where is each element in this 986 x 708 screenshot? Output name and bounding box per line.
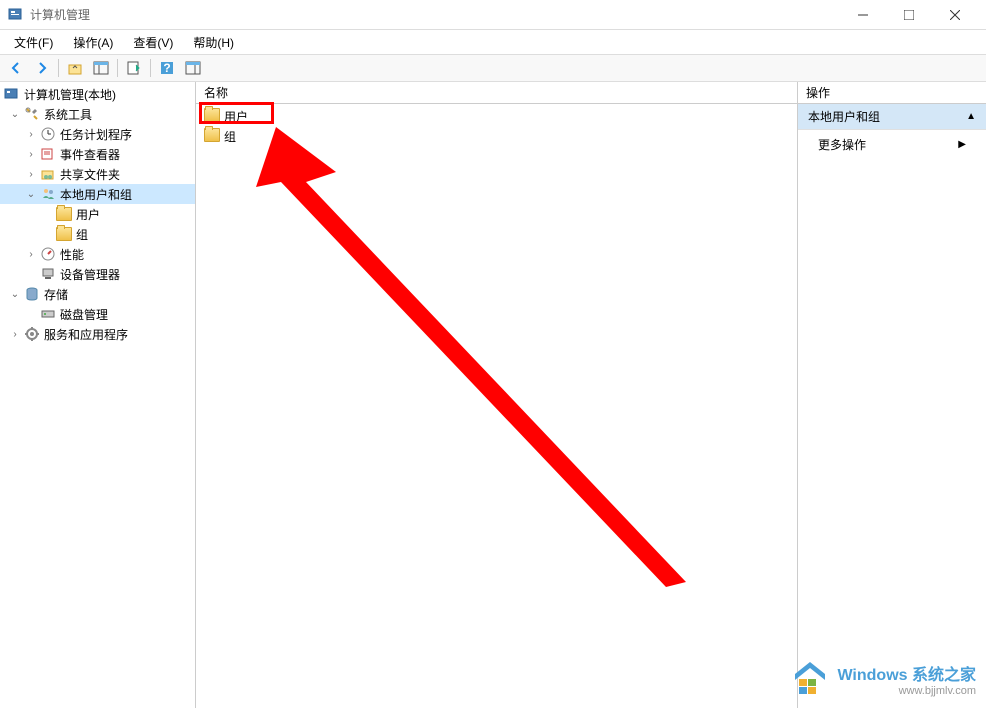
toolbar: ? [0,54,986,82]
expand-icon[interactable]: › [8,327,22,341]
back-button[interactable] [4,57,28,79]
tree-device-manager[interactable]: 设备管理器 [0,264,195,284]
tree-label: 任务计划程序 [58,126,134,143]
main-area: 计算机管理(本地) ⌄ 系统工具 › 任务计划程序 › 事件查看器 [0,82,986,708]
shared-folder-icon [40,166,56,182]
tools-icon [24,106,40,122]
minimize-button[interactable] [840,1,886,29]
up-button[interactable] [63,57,87,79]
tree-system-tools[interactable]: ⌄ 系统工具 [0,104,195,124]
tree-local-users-groups[interactable]: ⌄ 本地用户和组 [0,184,195,204]
tree-label: 设备管理器 [58,266,122,283]
export-button[interactable] [122,57,146,79]
services-icon [24,326,40,342]
users-groups-icon [40,186,56,202]
tree-performance[interactable]: › 性能 [0,244,195,264]
performance-icon [40,246,56,262]
menu-view[interactable]: 查看(V) [125,32,181,53]
collapse-icon[interactable]: ⌄ [8,287,22,301]
app-icon [8,7,24,23]
action-label: 更多操作 [818,136,866,153]
folder-icon [204,128,220,144]
expand-icon[interactable]: › [24,147,38,161]
titlebar: 计算机管理 [0,0,986,30]
tree-label: 存储 [42,286,70,303]
disk-icon [40,306,56,322]
clock-icon [40,126,56,142]
toolbar-separator [58,59,59,77]
watermark-title: Windows 系统之家 [837,661,976,685]
collapse-icon[interactable]: ⌄ [8,107,22,121]
tree-event-viewer[interactable]: › 事件查看器 [0,144,195,164]
toolbar-separator [150,59,151,77]
folder-icon [56,226,72,242]
list-item-groups[interactable]: 组 [196,126,797,146]
expand-icon[interactable]: › [24,247,38,261]
list-label: 组 [224,128,236,145]
device-manager-icon [40,266,56,282]
collapse-icon[interactable]: ⌄ [24,187,38,201]
tree-disk-management[interactable]: 磁盘管理 [0,304,195,324]
folder-icon [204,108,220,124]
tree-label: 事件查看器 [58,146,122,163]
list-item-users[interactable]: 用户 [196,106,797,126]
watermark: Windows 系统之家 www.bjjmlv.com [791,660,976,698]
expand-icon[interactable]: › [24,167,38,181]
tree-label: 系统工具 [42,106,94,123]
computer-mgmt-icon [4,86,20,102]
chevron-right-icon: ▶ [958,139,966,150]
watermark-url: www.bjjmlv.com [837,685,976,697]
column-header-name[interactable]: 名称 [204,84,228,101]
storage-icon [24,286,40,302]
action-panel: 操作 本地用户和组 ▲ 更多操作 ▶ [798,82,986,708]
svg-text:?: ? [163,61,170,75]
show-hide-tree-button[interactable] [89,57,113,79]
tree-root[interactable]: 计算机管理(本地) [0,84,195,104]
action-pane-button[interactable] [181,57,205,79]
help-button[interactable]: ? [155,57,179,79]
menu-action[interactable]: 操作(A) [65,32,121,53]
list-label: 用户 [224,108,248,125]
menu-help[interactable]: 帮助(H) [185,32,242,53]
action-more[interactable]: 更多操作 ▶ [798,130,986,159]
tree-task-scheduler[interactable]: › 任务计划程序 [0,124,195,144]
tree-panel[interactable]: 计算机管理(本地) ⌄ 系统工具 › 任务计划程序 › 事件查看器 [0,82,196,708]
action-header: 操作 [798,82,986,104]
tree-label: 计算机管理(本地) [22,86,118,103]
content-header[interactable]: 名称 [196,82,797,104]
tree-label: 组 [74,226,90,243]
tree-label: 性能 [58,246,86,263]
content-panel: 名称 用户 组 [196,82,798,708]
window-title: 计算机管理 [30,6,840,23]
action-header-label: 操作 [806,84,830,101]
action-section[interactable]: 本地用户和组 ▲ [798,104,986,130]
maximize-button[interactable] [886,1,932,29]
event-viewer-icon [40,146,56,162]
tree-users[interactable]: 用户 [0,204,195,224]
expand-icon[interactable]: › [24,127,38,141]
action-section-title: 本地用户和组 [808,108,880,125]
tree-label: 共享文件夹 [58,166,122,183]
tree-label: 本地用户和组 [58,186,134,203]
watermark-logo [791,660,829,698]
tree-label: 用户 [74,206,102,223]
menu-file[interactable]: 文件(F) [6,32,61,53]
tree-services-apps[interactable]: › 服务和应用程序 [0,324,195,344]
window-controls [840,1,978,29]
tree-label: 磁盘管理 [58,306,110,323]
collapse-icon[interactable]: ▲ [966,111,976,122]
folder-icon [56,206,72,222]
tree-shared-folders[interactable]: › 共享文件夹 [0,164,195,184]
toolbar-separator [117,59,118,77]
tree-storage[interactable]: ⌄ 存储 [0,284,195,304]
menubar: 文件(F) 操作(A) 查看(V) 帮助(H) [0,30,986,54]
content-list[interactable]: 用户 组 [196,104,797,708]
tree-label: 服务和应用程序 [42,326,130,343]
forward-button[interactable] [30,57,54,79]
tree-groups[interactable]: 组 [0,224,195,244]
close-button[interactable] [932,1,978,29]
